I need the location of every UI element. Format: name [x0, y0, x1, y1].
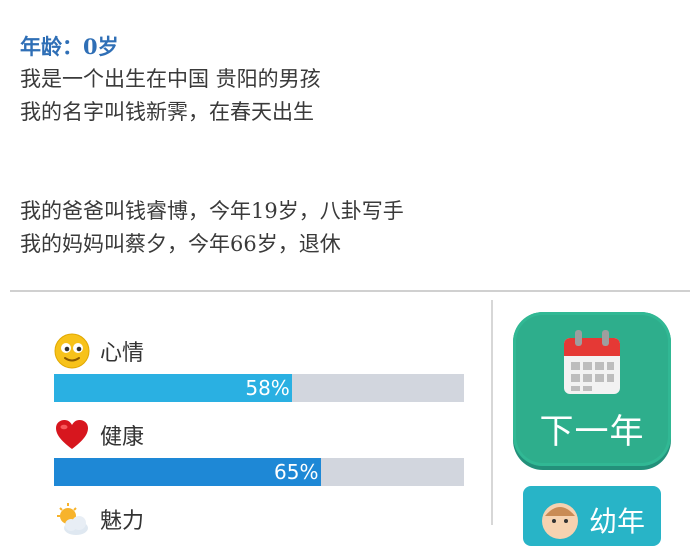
age-label: 年龄：0岁 [20, 34, 119, 59]
young-stage-label: 幼年 [589, 505, 646, 538]
stats-panel: 心情 58% 健康 65% 魅力 [0, 300, 490, 535]
stat-percent-text: 65% [274, 460, 319, 484]
stat-health-bar: 65% [54, 458, 464, 486]
stat-mood-header: 心情 [54, 333, 466, 369]
stat-charm-label: 魅力 [100, 509, 145, 534]
stat-percent-text: 58% [245, 376, 290, 400]
calendar-icon [563, 330, 621, 400]
story-spacer [20, 129, 680, 195]
next-year-button[interactable]: 下一年 [513, 312, 671, 466]
young-stage-button[interactable]: 幼年 [523, 486, 661, 546]
heart-icon [54, 417, 90, 453]
smiley-icon [54, 333, 90, 369]
stat-mood-label: 心情 [100, 341, 145, 366]
next-year-label: 下一年 [539, 412, 645, 452]
stat-health-label: 健康 [100, 425, 145, 450]
stat-health-header: 健康 [54, 418, 466, 452]
story-line-mother: 我的妈妈叫蔡夕，今年66岁，退休 [20, 232, 341, 256]
stat-mood-bar: 58% [54, 374, 464, 402]
stat-health-fill: 65% [54, 458, 321, 486]
stat-charm: 魅力 [54, 502, 466, 536]
story-line-father: 我的爸爸叫钱睿博，今年19岁，八卦写手 [20, 199, 404, 223]
stat-mood: 心情 58% [54, 333, 466, 402]
stat-health: 健康 65% [54, 418, 466, 486]
baby-icon [537, 496, 583, 546]
vertical-divider [491, 300, 493, 525]
story-panel: 年龄：0岁 我是一个出生在中国 贵阳的男孩 我的名字叫钱新霁，在春天出生 我的爸… [20, 30, 680, 261]
stat-charm-header: 魅力 [54, 502, 466, 536]
story-line-name: 我的名字叫钱新霁，在春天出生 [20, 100, 314, 124]
story-line-birth: 我是一个出生在中国 贵阳的男孩 [20, 67, 321, 91]
weather-icon [54, 501, 90, 537]
stat-mood-fill: 58% [54, 374, 292, 402]
horizontal-divider [10, 290, 690, 292]
